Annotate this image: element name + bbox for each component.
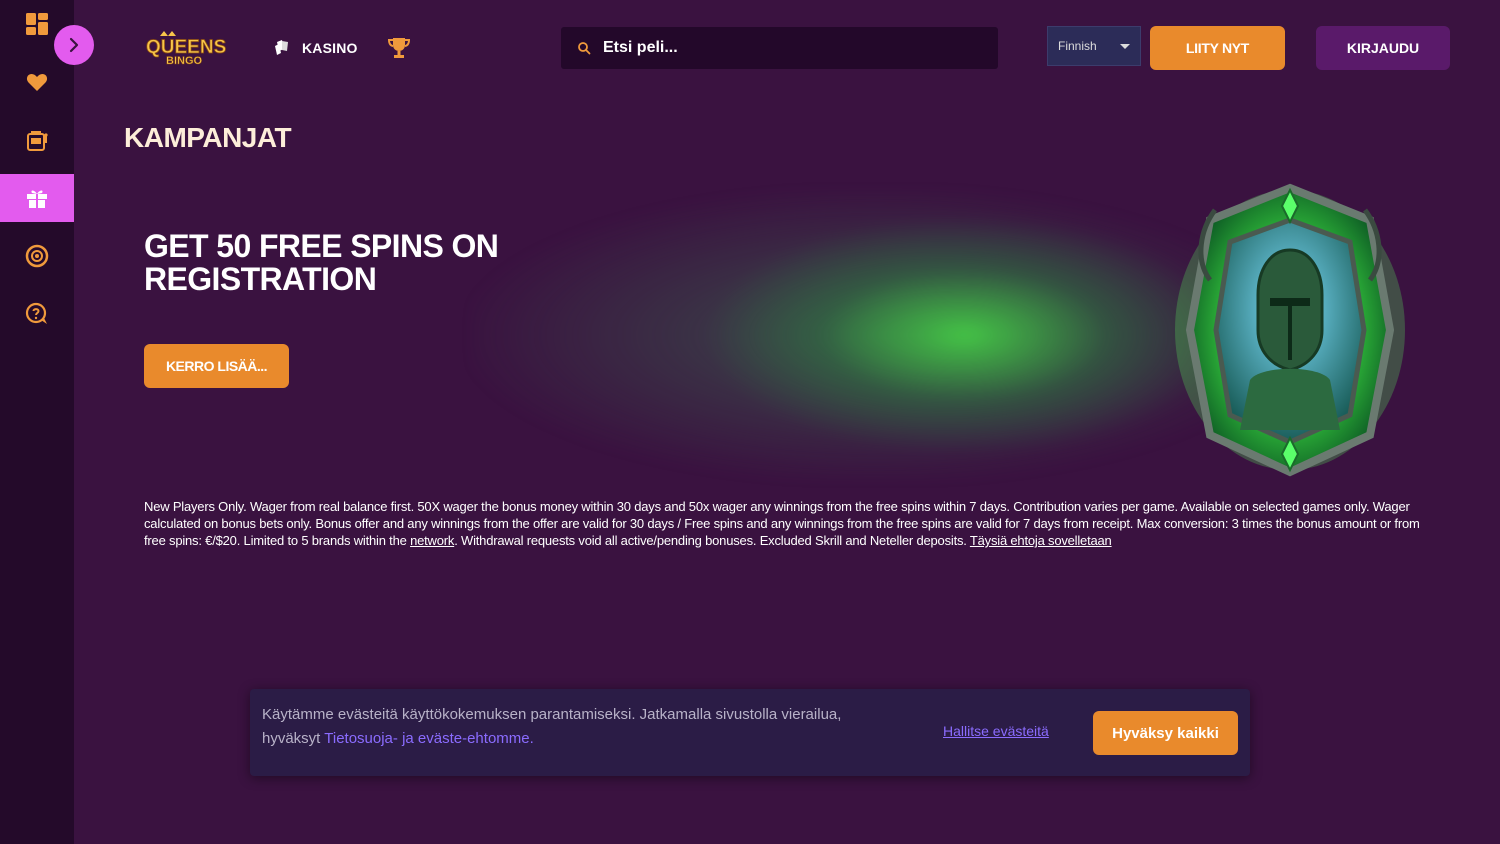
search-bar[interactable]	[561, 27, 998, 69]
language-select-value: Finnish	[1058, 39, 1097, 53]
logo-text-bottom: BINGO	[166, 55, 203, 66]
sidebar-item-promotions[interactable]	[0, 174, 74, 222]
accept-all-cookies-button[interactable]: Hyväksy kaikki	[1093, 711, 1238, 755]
nav-tournaments[interactable]	[386, 35, 412, 61]
read-more-button[interactable]: KERRO LISÄÄ...	[144, 344, 289, 388]
promo-title-line2: REGISTRATION	[144, 261, 377, 297]
nav-kasino-label: KASINO	[302, 40, 358, 56]
promo-terms: New Players Only. Wager from real balanc…	[144, 498, 1444, 549]
gift-icon	[27, 190, 47, 208]
sidebar-item-slots[interactable]	[0, 116, 74, 164]
sidebar-item-favorites[interactable]	[0, 58, 74, 106]
trophy-icon	[387, 38, 411, 58]
full-terms-link[interactable]: Täysiä ehtoja sovelletaan	[970, 533, 1112, 548]
promo-title-line1: GET 50 FREE SPINS ON	[144, 228, 499, 264]
join-now-button[interactable]: LIITY NYT	[1150, 26, 1285, 70]
sidebar-item-live-casino[interactable]	[0, 232, 74, 280]
search-icon	[578, 42, 591, 55]
language-select[interactable]: Finnish	[1047, 26, 1141, 66]
sidebar-item-support[interactable]	[0, 290, 74, 338]
help-chat-icon	[25, 302, 47, 324]
knight-emblem-image	[1175, 183, 1405, 477]
promo-banner: GET 50 FREE SPINS ON REGISTRATION KERRO …	[130, 180, 1450, 490]
cookie-banner: Käytämme evästeitä käyttökokemuksen para…	[250, 689, 1250, 776]
promo-title: GET 50 FREE SPINS ON REGISTRATION	[144, 230, 564, 296]
network-link[interactable]: network	[410, 533, 454, 548]
search-input[interactable]	[603, 39, 983, 57]
heart-icon	[26, 74, 48, 91]
caret-down-icon	[1120, 43, 1130, 49]
slot-machine-icon	[27, 131, 48, 151]
dashboard-icon	[26, 13, 48, 35]
login-button[interactable]: KIRJAUDU	[1316, 26, 1450, 70]
page-title: KAMPANJAT	[124, 122, 292, 153]
sidebar-expand-button[interactable]	[54, 25, 94, 65]
casino-chip-icon	[25, 244, 49, 268]
manage-cookies-link[interactable]: Hallitse evästeitä	[943, 723, 1049, 739]
sidebar	[0, 0, 74, 844]
cards-icon	[275, 40, 288, 55]
cookie-text: Käytämme evästeitä käyttökokemuksen para…	[262, 703, 902, 751]
terms-text-2: . Withdrawal requests void all active/pe…	[454, 533, 970, 548]
nav-kasino[interactable]: KASINO	[272, 36, 358, 60]
chevron-right-icon	[69, 37, 79, 53]
privacy-policy-link[interactable]: Tietosuoja- ja eväste-ehtomme.	[324, 730, 534, 747]
queens-bingo-logo[interactable]: QUEENS BINGO	[144, 30, 230, 67]
